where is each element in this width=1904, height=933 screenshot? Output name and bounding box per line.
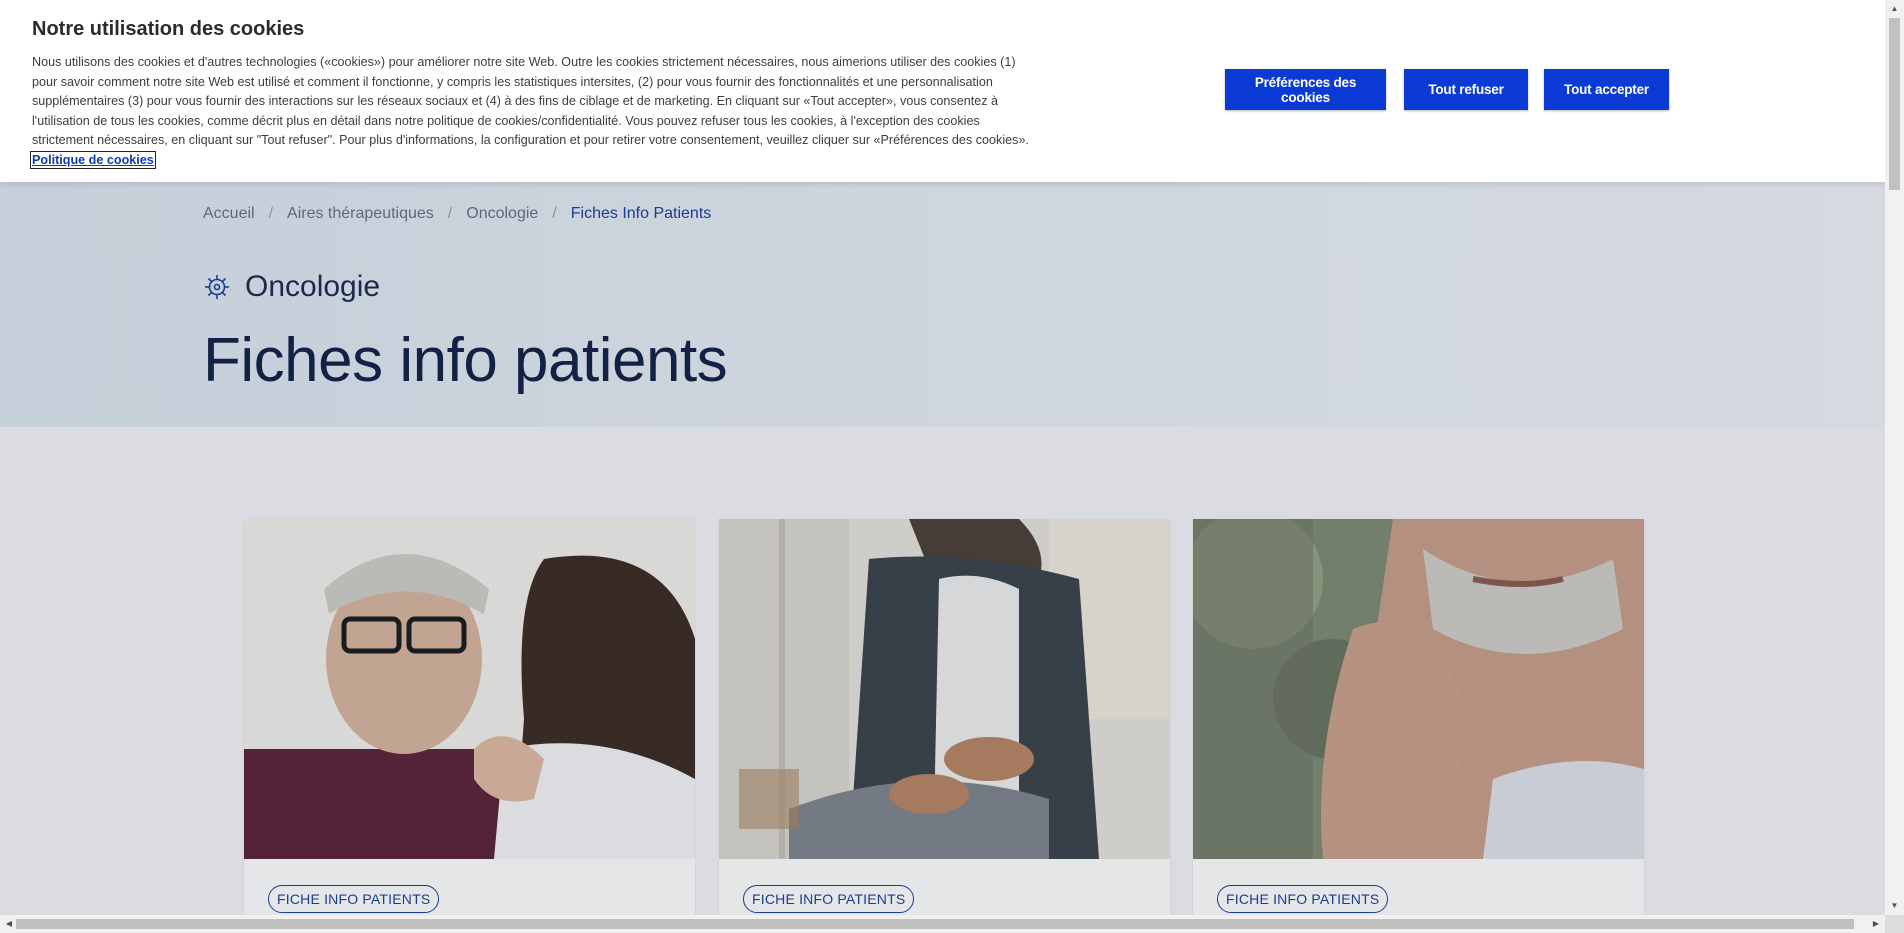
cookie-banner-text: Nous utilisons des cookies et d'autres t…: [30, 53, 1032, 170]
horizontal-scrollbar[interactable]: ◀ ▶: [0, 915, 1885, 933]
scroll-right-arrow-icon[interactable]: ▶: [1869, 915, 1883, 933]
horizontal-scroll-thumb[interactable]: [16, 919, 1854, 929]
cookie-preferences-button[interactable]: Préférences des cookies: [1225, 69, 1386, 110]
cookie-banner-description: Nous utilisons des cookies et d'autres t…: [32, 55, 1029, 147]
vertical-scroll-thumb[interactable]: [1889, 18, 1900, 190]
cookie-policy-link[interactable]: Politique de cookies: [30, 150, 156, 169]
cookie-banner: Notre utilisation des cookies Nous utili…: [0, 0, 1885, 182]
accept-all-button[interactable]: Tout accepter: [1544, 69, 1669, 110]
page: Accueil / Aires thérapeutiques / Oncolog…: [0, 0, 1885, 915]
scroll-down-arrow-icon[interactable]: ▼: [1885, 899, 1904, 913]
scroll-up-arrow-icon[interactable]: ▲: [1885, 2, 1904, 16]
reject-all-button[interactable]: Tout refuser: [1404, 69, 1528, 110]
scrollbar-corner: [1885, 915, 1904, 933]
scroll-left-arrow-icon[interactable]: ◀: [2, 915, 16, 933]
cookie-banner-title: Notre utilisation des cookies: [32, 18, 305, 40]
vertical-scrollbar[interactable]: ▲ ▼: [1885, 0, 1904, 915]
